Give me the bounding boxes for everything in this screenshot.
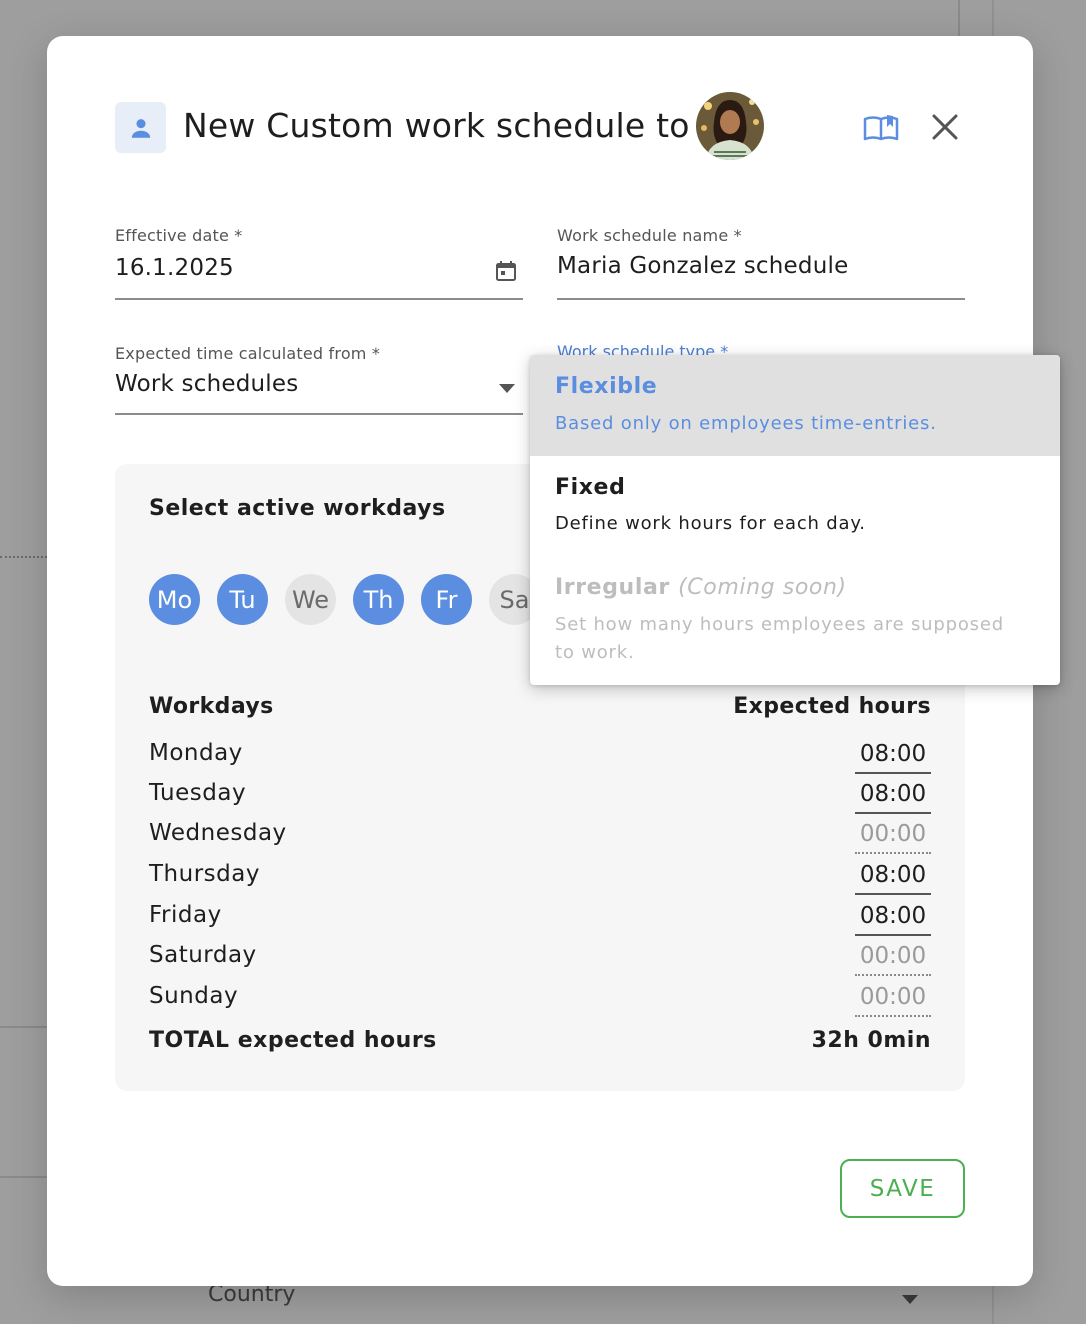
hours-input[interactable]: 00:00 (855, 938, 931, 976)
hours-input[interactable]: 08:00 (855, 776, 931, 814)
table-row: Thursday 08:00 (149, 857, 931, 897)
avatar (696, 92, 764, 160)
calendar-icon[interactable] (495, 260, 517, 282)
field-underline (115, 413, 523, 415)
day-name: Monday (149, 740, 243, 766)
table-row: Wednesday 00:00 (149, 816, 931, 856)
hours-input[interactable]: 08:00 (855, 857, 931, 895)
expected-from-label: Expected time calculated from * (115, 344, 381, 363)
menu-item-title: Fixed (555, 475, 626, 500)
day-chip-mo[interactable]: Mo (149, 574, 200, 625)
total-value: 32h 0min (811, 1028, 931, 1053)
hours-input[interactable]: 00:00 (855, 979, 931, 1017)
menu-item-title-text: Irregular (555, 575, 670, 600)
menu-item-desc: Set how many hours employees are suppose… (555, 614, 1004, 663)
table-row: Sunday 00:00 (149, 979, 931, 1019)
table-row: Friday 08:00 (149, 898, 931, 938)
book-icon[interactable] (863, 113, 899, 143)
table-row: Tuesday 08:00 (149, 776, 931, 816)
bg-chevron-down-icon (902, 1295, 918, 1304)
field-underline (115, 298, 523, 300)
day-chip-fr[interactable]: Fr (421, 574, 472, 625)
expected-from-value[interactable]: Work schedules (115, 371, 523, 397)
day-chip-we[interactable]: We (285, 574, 336, 625)
modal-title: New Custom work schedule to (183, 106, 690, 145)
bg-divider (0, 1026, 47, 1028)
menu-item-fixed[interactable]: Fixed Define work hours for each day. (530, 456, 1060, 557)
workdays-title: Select active workdays (149, 496, 446, 521)
schedule-name-input[interactable]: Maria Gonzalez schedule (557, 253, 965, 279)
bg-divider (0, 1176, 47, 1178)
schedule-name-label: Work schedule name * (557, 226, 742, 245)
day-name: Tuesday (149, 780, 247, 806)
hours-input[interactable]: 00:00 (855, 816, 931, 854)
coming-soon-note: (Coming soon) (678, 575, 847, 600)
day-chip-tu[interactable]: Tu (217, 574, 268, 625)
expected-hours-column-header: Expected hours (733, 694, 931, 719)
day-name: Wednesday (149, 820, 287, 846)
menu-item-irregular: Irregular (Coming soon) Set how many hou… (530, 557, 1060, 685)
schedule-type-label: Work schedule type * (557, 342, 729, 356)
hours-input[interactable]: 08:00 (855, 736, 931, 774)
workdays-column-header: Workdays (149, 694, 274, 719)
menu-item-flexible[interactable]: Flexible Based only on employees time-en… (530, 355, 1060, 456)
effective-date-label: Effective date * (115, 226, 243, 245)
effective-date-value[interactable]: 16.1.2025 (115, 255, 523, 281)
save-button[interactable]: SAVE (840, 1159, 965, 1218)
schedule-name-field[interactable]: Work schedule name * Maria Gonzalez sche… (557, 226, 965, 300)
menu-item-desc: Based only on employees time-entries. (555, 413, 937, 434)
close-icon[interactable] (931, 113, 959, 141)
day-chip-th[interactable]: Th (353, 574, 404, 625)
menu-item-title: Irregular (Coming soon) (555, 575, 847, 600)
total-label: TOTAL expected hours (149, 1028, 437, 1053)
table-row: Monday 08:00 (149, 736, 931, 776)
menu-item-title: Flexible (555, 374, 658, 399)
menu-item-desc: Define work hours for each day. (555, 513, 866, 534)
field-underline (557, 298, 965, 300)
bg-dotted-line (0, 556, 47, 558)
day-name: Saturday (149, 942, 257, 968)
bg-divider (958, 0, 960, 36)
table-row: Saturday 00:00 (149, 938, 931, 978)
effective-date-field[interactable]: Effective date * 16.1.2025 (115, 226, 523, 300)
person-icon (115, 102, 166, 153)
day-name: Thursday (149, 861, 260, 887)
day-name: Sunday (149, 983, 239, 1009)
hours-input[interactable]: 08:00 (855, 898, 931, 936)
day-name: Friday (149, 902, 222, 928)
schedule-type-menu: Flexible Based only on employees time-en… (530, 355, 1060, 685)
chevron-down-icon[interactable] (499, 384, 515, 393)
expected-from-select[interactable]: Expected time calculated from * Work sch… (115, 344, 523, 415)
